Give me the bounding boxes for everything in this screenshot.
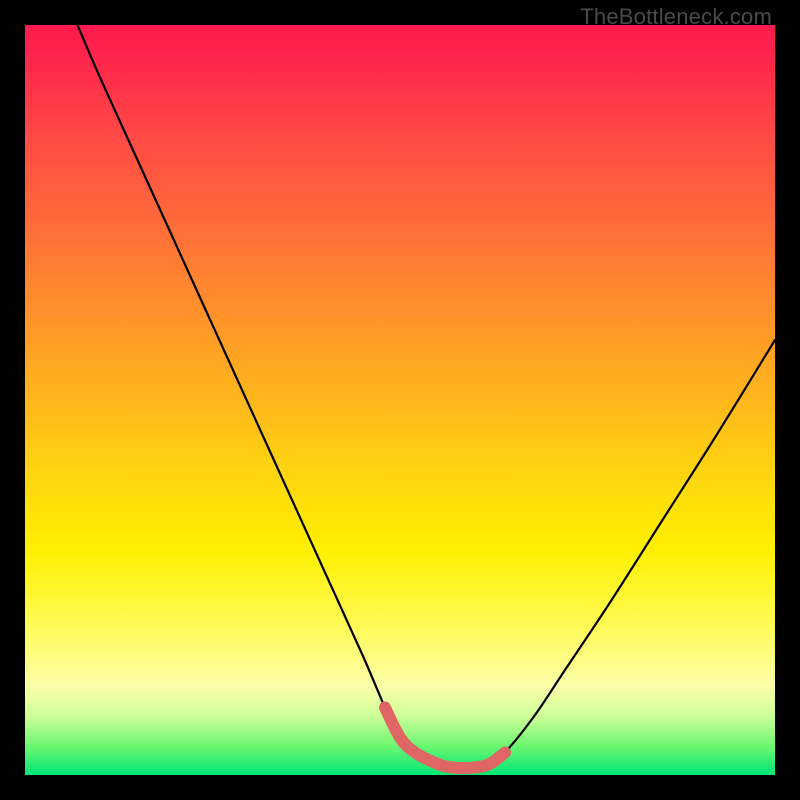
chart-frame: TheBottleneck.com xyxy=(0,0,800,800)
flat-region-highlight xyxy=(385,708,505,768)
curve-layer xyxy=(25,25,775,775)
bottleneck-curve xyxy=(78,25,776,768)
plot-area xyxy=(25,25,775,775)
